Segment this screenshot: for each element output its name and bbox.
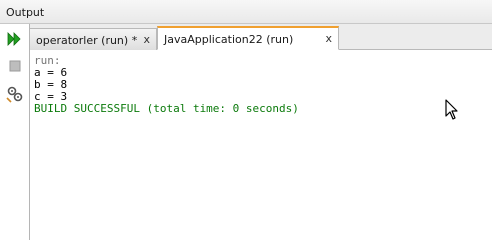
close-icon[interactable]: x	[325, 32, 332, 45]
console-line: run:	[34, 54, 61, 67]
tab-operatorler-run[interactable]: operatorler (run) * x	[30, 28, 157, 50]
output-toolbar	[0, 24, 30, 240]
output-window-titlebar: Output	[0, 0, 492, 24]
console-line: b = 8	[34, 78, 68, 91]
tab-javaapplication22-run[interactable]: JavaApplication22 (run) x	[157, 26, 339, 50]
console-line: a = 6	[34, 66, 68, 79]
stop-icon[interactable]	[5, 56, 25, 76]
output-tab-strip: operatorler (run) * x JavaApplication22 …	[30, 24, 492, 50]
close-icon[interactable]: x	[143, 33, 150, 46]
mouse-pointer-icon	[445, 99, 459, 121]
rerun-icon[interactable]	[5, 29, 25, 49]
console-output[interactable]: run: a = 6 b = 8 c = 3 BUILD SUCCESSFUL …	[34, 55, 474, 115]
settings-icon[interactable]	[5, 84, 25, 104]
window-title: Output	[6, 6, 45, 19]
console-line-build-status: BUILD SUCCESSFUL (total time: 0 seconds)	[34, 102, 299, 115]
tab-label: operatorler (run) *	[36, 34, 138, 47]
tab-label: JavaApplication22 (run)	[164, 33, 294, 46]
